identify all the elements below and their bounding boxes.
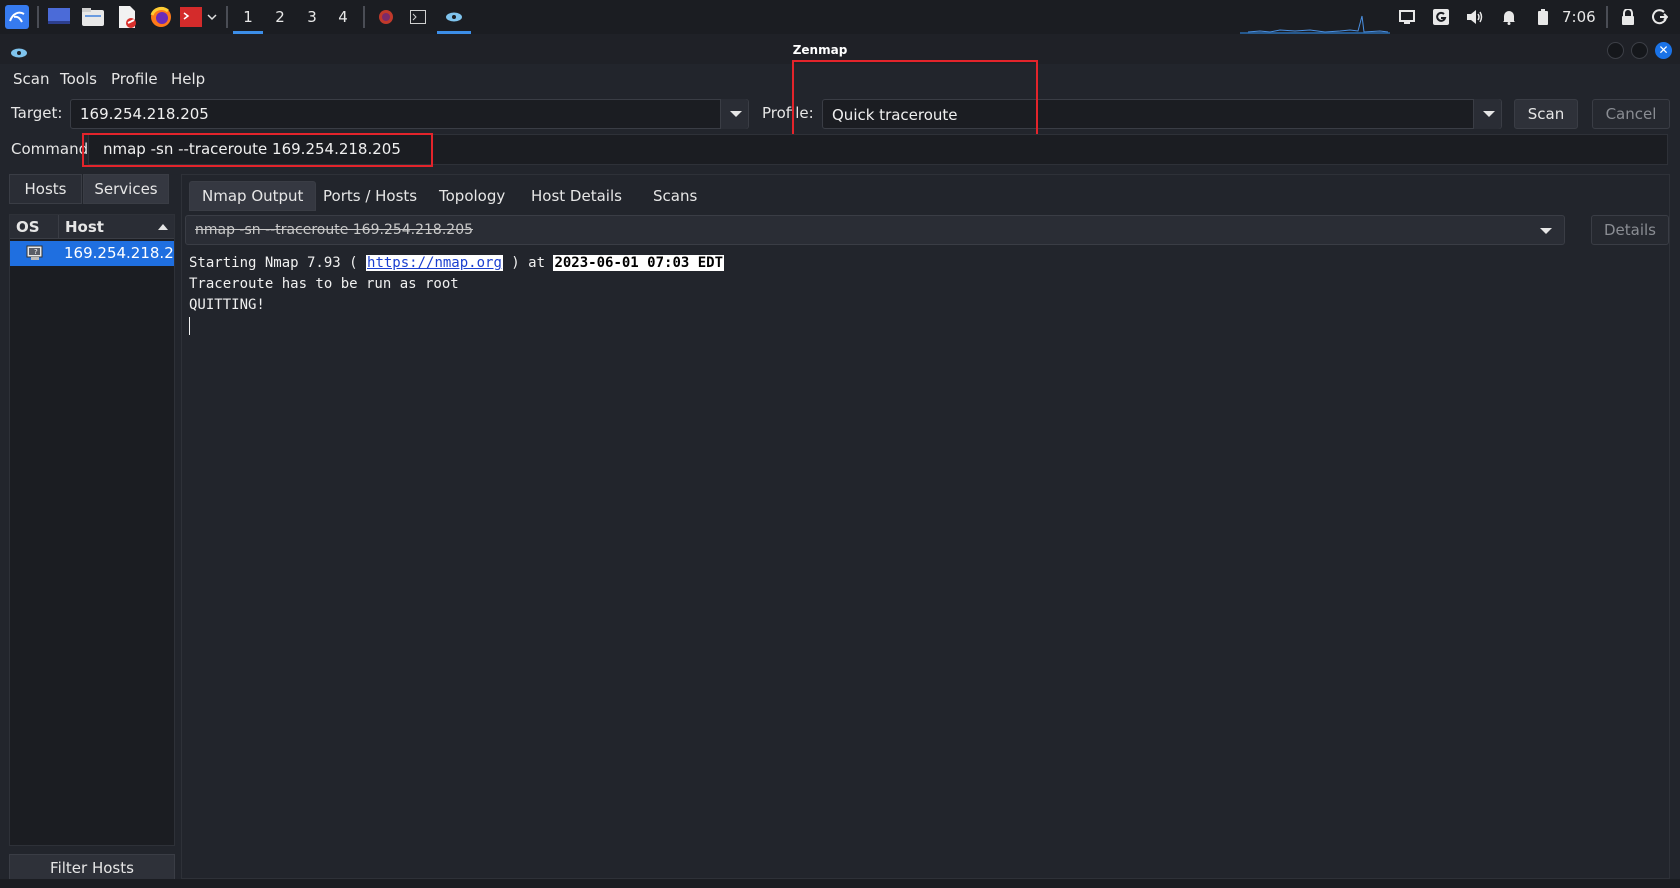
host-list-header: OS Host <box>10 215 174 239</box>
details-button[interactable]: Details <box>1591 215 1669 245</box>
chevron-down-icon <box>1540 228 1552 234</box>
scan-button[interactable]: Scan <box>1514 99 1578 129</box>
profile-highlight-box <box>792 60 1038 140</box>
output-line: Traceroute has to be run as root <box>189 276 459 292</box>
logout-icon[interactable] <box>1649 4 1671 30</box>
taskbar: 1 2 3 4 7:06 <box>0 0 1680 34</box>
os-unknown-icon: ? <box>26 245 44 265</box>
column-os[interactable]: OS <box>16 215 40 239</box>
nmap-link[interactable]: https://nmap.org <box>366 255 503 271</box>
lock-icon[interactable] <box>1617 4 1639 30</box>
target-label: Target: <box>11 104 63 122</box>
bottom-edge <box>0 879 1680 888</box>
file-manager-icon[interactable] <box>80 4 106 30</box>
maximize-button[interactable] <box>1631 42 1648 59</box>
cancel-button[interactable]: Cancel <box>1592 99 1670 129</box>
command-label: Command: <box>11 140 94 158</box>
tab-topology[interactable]: Topology <box>427 181 517 211</box>
target-combo[interactable]: 169.254.218.205 <box>70 99 749 129</box>
bell-icon[interactable] <box>1498 4 1520 30</box>
sort-ascending-icon[interactable] <box>158 224 168 230</box>
network-graph <box>1240 15 1390 34</box>
screen-icon[interactable] <box>1396 4 1418 30</box>
terminal-window-icon[interactable] <box>376 4 396 30</box>
scan-selector-value: nmap -sn --traceroute 169.254.218.205 <box>195 222 474 238</box>
output-line: QUITTING! <box>189 297 265 313</box>
command-highlight-box <box>82 133 433 167</box>
column-host[interactable]: Host <box>65 215 104 239</box>
tab-nmap-output[interactable]: Nmap Output <box>189 181 317 211</box>
console-window-icon[interactable] <box>408 4 428 30</box>
volume-icon[interactable] <box>1464 4 1486 30</box>
tab-ports-hosts[interactable]: Ports / Hosts <box>311 181 429 211</box>
workspace-2[interactable]: 2 <box>265 0 295 34</box>
firefox-icon[interactable] <box>148 4 174 30</box>
filter-hosts-button[interactable]: Filter Hosts <box>9 854 175 882</box>
svg-text:?: ? <box>34 248 38 256</box>
scan-selector[interactable]: nmap -sn --traceroute 169.254.218.205 <box>185 215 1565 245</box>
menu-scan[interactable]: Scan <box>13 70 49 88</box>
chevron-down-icon[interactable] <box>205 4 219 30</box>
output-text: ) at <box>502 255 554 271</box>
battery-icon <box>1532 4 1554 30</box>
kali-menu-icon[interactable] <box>4 4 30 30</box>
target-dropdown-button[interactable] <box>720 99 748 129</box>
workspace-1[interactable]: 1 <box>233 0 263 34</box>
column-separator <box>58 215 59 239</box>
table-row[interactable]: ? 169.254.218.205 <box>10 241 174 266</box>
profile-dropdown-button[interactable] <box>1473 99 1501 129</box>
workspace-4[interactable]: 4 <box>328 0 358 34</box>
minimize-button[interactable] <box>1607 42 1624 59</box>
chevron-down-icon <box>730 111 742 117</box>
nmap-output-text[interactable]: Starting Nmap 7.93 ( https://nmap.org ) … <box>184 249 1669 878</box>
hosts-toggle-button[interactable]: Hosts <box>9 174 82 204</box>
text-editor-icon[interactable] <box>114 4 140 30</box>
workspace-3[interactable]: 3 <box>297 0 327 34</box>
services-toggle-button[interactable]: Services <box>83 174 169 204</box>
close-button[interactable]: ✕ <box>1655 42 1672 59</box>
menu-help[interactable]: Help <box>171 70 205 88</box>
clock[interactable]: 7:06 <box>1562 0 1596 34</box>
menu-profile[interactable]: Profile <box>111 70 158 88</box>
output-line: Starting Nmap 7.93 ( https://nmap.org ) … <box>189 253 1664 274</box>
host-list[interactable]: OS Host ? 169.254.218.205 <box>9 214 175 846</box>
target-input[interactable]: 169.254.218.205 <box>80 100 209 128</box>
terminal-icon[interactable] <box>179 4 203 30</box>
tab-host-details[interactable]: Host Details <box>519 181 634 211</box>
hosts-panel: Hosts Services OS Host ? 169.254.218.205… <box>9 174 175 882</box>
g-app-icon[interactable] <box>1430 4 1452 30</box>
text-cursor <box>189 316 1664 337</box>
output-text: Starting Nmap 7.93 ( <box>189 255 367 271</box>
menu-tools[interactable]: Tools <box>60 70 97 88</box>
zenmap-window-icon[interactable] <box>437 0 471 34</box>
host-ip: 169.254.218.205 <box>64 244 174 262</box>
scan-date: 2023-06-01 07:03 EDT <box>553 255 725 271</box>
results-panel: Nmap Output Ports / Hosts Topology Host … <box>181 174 1670 879</box>
tab-scans[interactable]: Scans <box>641 181 709 211</box>
desktop-icon[interactable] <box>46 4 72 30</box>
chevron-down-icon <box>1483 111 1495 117</box>
